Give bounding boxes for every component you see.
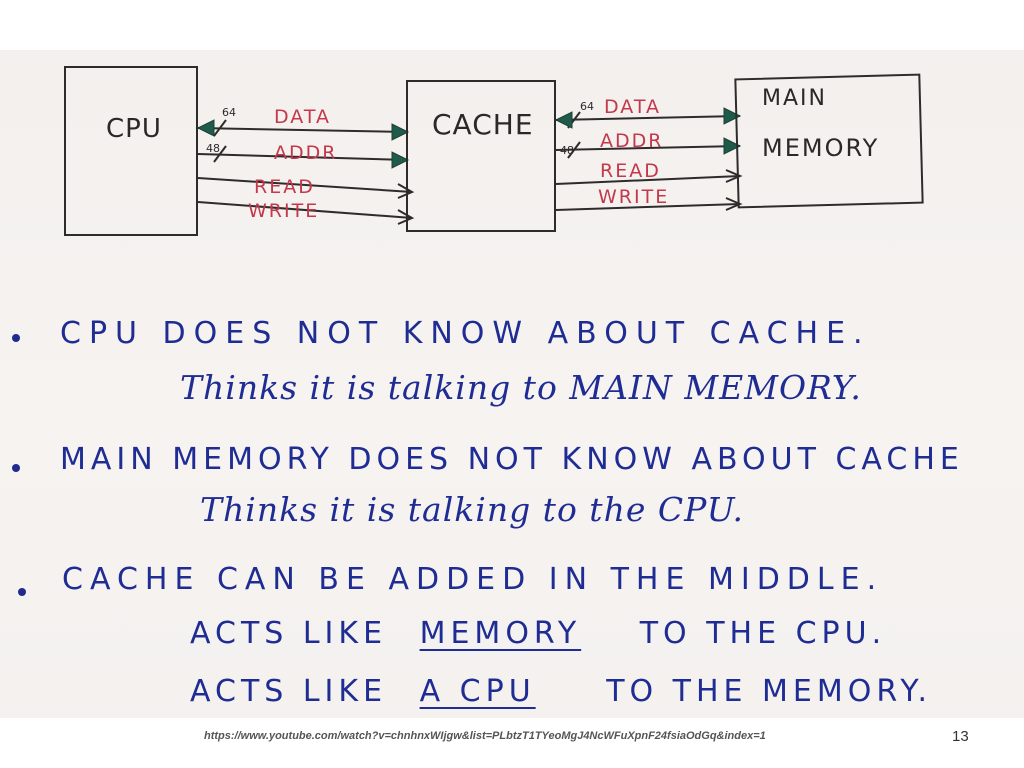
note-3-line3-prefix: ACTS LIKE <box>190 674 388 709</box>
source-url: https://www.youtube.com/watch?v=chnhnxWI… <box>204 730 766 742</box>
note-3-line3-underlined: A CPU <box>419 674 536 709</box>
cache-memory-write-label: WRITE <box>598 186 670 208</box>
cpu-cache-addr-label: ADDR <box>274 142 338 164</box>
note-1-detail: Thinks it is talking to MAIN MEMORY. <box>180 368 862 407</box>
cache-memory-data-label: DATA <box>604 96 661 118</box>
cpu-cache-write-label: WRITE <box>248 200 320 222</box>
note-3-line3-suffix: TO THE MEMORY. <box>606 674 933 709</box>
cache-block <box>406 80 556 232</box>
whiteboard-photo: CPU CACHE MAIN MEMORY 64 48 64 48 DATA A… <box>0 50 1024 718</box>
page-number: 13 <box>952 728 969 745</box>
cache-data-left-arrowhead <box>554 111 573 129</box>
note-2-headline: MAIN MEMORY DOES NOT KNOW ABOUT CACHE <box>60 442 964 477</box>
slide: CPU CACHE MAIN MEMORY 64 48 64 48 DATA A… <box>0 0 1024 768</box>
note-3-line2-suffix: TO THE CPU. <box>639 616 887 651</box>
note-2-detail: Thinks it is talking to the CPU. <box>200 490 744 529</box>
note-3-line2-prefix: ACTS LIKE <box>190 616 388 651</box>
note-3-line2: ACTS LIKE MEMORY TO THE CPU. <box>190 616 886 651</box>
cache-memory-addr-label: ADDR <box>600 130 664 152</box>
cpu-cache-read-label: READ <box>254 176 315 198</box>
note-3-headline: CACHE CAN BE ADDED IN THE MIDDLE. <box>62 562 884 597</box>
cpu-block <box>64 66 198 236</box>
cpu-label: CPU <box>106 114 162 144</box>
cpu-cache-data-wire <box>197 127 409 133</box>
note-1-headline: CPU DOES NOT KNOW ABOUT CACHE. <box>60 316 871 351</box>
note-2-bullet <box>12 464 20 472</box>
cpu-data-left-arrowhead <box>196 119 215 137</box>
note-3-bullet <box>18 588 26 596</box>
cache-label: CACHE <box>432 108 534 141</box>
note-1-bullet <box>12 334 20 342</box>
main-memory-label-line1: MAIN <box>762 86 827 111</box>
note-3-line3: ACTS LIKE A CPU TO THE MEMORY. <box>190 674 932 709</box>
main-memory-label-line2: MEMORY <box>762 134 880 162</box>
cache-memory-read-label: READ <box>600 160 661 182</box>
cpu-cache-data-label: DATA <box>274 106 331 128</box>
cache-addr-width: 48 <box>560 144 574 157</box>
note-3-line2-underlined: MEMORY <box>419 616 582 651</box>
cpu-data-width: 64 <box>222 106 236 119</box>
cpu-addr-width: 48 <box>206 142 220 155</box>
cache-data-width: 64 <box>580 100 594 113</box>
